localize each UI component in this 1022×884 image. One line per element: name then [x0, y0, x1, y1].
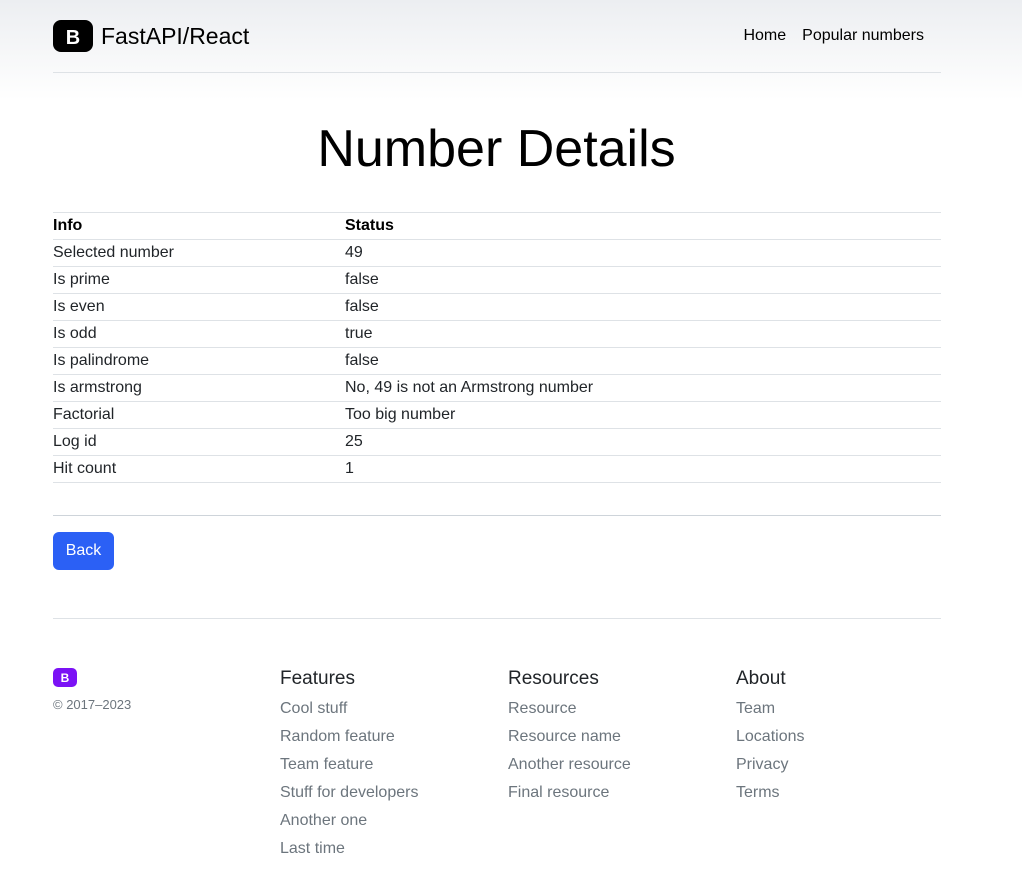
- row-value: No, 49 is not an Armstrong number: [345, 374, 941, 402]
- number-details-table: Info Status Selected number 49 Is prime fa…: [53, 212, 941, 483]
- row-label: Is armstrong: [53, 374, 345, 402]
- row-label: Is odd: [53, 320, 345, 348]
- footer-column-resources: Resources Resource Resource name Another…: [508, 668, 728, 812]
- footer-link[interactable]: Another resource: [508, 756, 631, 773]
- row-label: Log id: [53, 428, 345, 456]
- copyright-text: © 2017–2023: [53, 697, 132, 712]
- back-button[interactable]: Back: [53, 532, 114, 570]
- table-row: Is odd true: [53, 320, 941, 348]
- navbar: B FastAPI/React Home Popular numbers: [53, 0, 941, 73]
- footer-column-title: Features: [280, 668, 355, 689]
- footer-link[interactable]: Privacy: [736, 756, 788, 773]
- footer-link[interactable]: Another one: [280, 812, 367, 829]
- nav-home-link[interactable]: Home: [743, 27, 786, 45]
- brand-name: FastAPI/React: [101, 22, 250, 49]
- table-row: Is armstrong No, 49 is not an Armstrong n…: [53, 374, 941, 402]
- row-value: false: [345, 293, 941, 321]
- row-label: Is even: [53, 293, 345, 321]
- footer-link[interactable]: Team feature: [280, 756, 373, 773]
- footer-link[interactable]: Team: [736, 700, 775, 717]
- table-row: Is palindrome false: [53, 347, 941, 375]
- row-label: Hit count: [53, 455, 345, 483]
- row-value: 25: [345, 428, 941, 456]
- table-row: Factorial Too big number: [53, 401, 941, 429]
- row-label: Selected number: [53, 239, 345, 267]
- table-row: Log id 25: [53, 428, 941, 456]
- footer-link[interactable]: Last time: [280, 840, 345, 857]
- footer-link[interactable]: Cool stuff: [280, 700, 347, 717]
- footer-column-about: About Team Locations Privacy Terms: [736, 668, 956, 812]
- footer-logo-letter: B: [61, 671, 70, 685]
- row-value: false: [345, 347, 941, 375]
- bootstrap-logo-icon: B: [53, 668, 77, 687]
- table-row: Selected number 49: [53, 239, 941, 267]
- footer-link[interactable]: Random feature: [280, 728, 395, 745]
- table-row: Is even false: [53, 293, 941, 321]
- table-row: Hit count 1: [53, 455, 941, 483]
- footer-link[interactable]: Locations: [736, 728, 805, 745]
- footer-link[interactable]: Terms: [736, 784, 780, 801]
- nav-links: Home Popular numbers: [727, 27, 924, 45]
- brand-link[interactable]: B FastAPI/React: [53, 20, 249, 52]
- footer-divider: [53, 618, 941, 619]
- footer-link[interactable]: Resource: [508, 700, 576, 717]
- brand-logo-letter: B: [66, 27, 80, 49]
- footer-column-features: Features Cool stuff Random feature Team …: [280, 668, 500, 868]
- page-title: Number Details: [317, 120, 676, 178]
- row-label: Factorial: [53, 401, 345, 429]
- footer-column-title: Resources: [508, 668, 599, 689]
- row-label: Is palindrome: [53, 347, 345, 375]
- row-value: true: [345, 320, 941, 348]
- row-value: false: [345, 266, 941, 294]
- bootstrap-logo-icon: B: [53, 20, 93, 52]
- row-value: Too big number: [345, 401, 941, 429]
- footer-brand[interactable]: B: [53, 668, 77, 687]
- row-value: 49: [345, 239, 941, 267]
- footer-link[interactable]: Stuff for developers: [280, 784, 418, 801]
- nav-popular-numbers-link[interactable]: Popular numbers: [802, 27, 924, 45]
- footer-link[interactable]: Resource name: [508, 728, 621, 745]
- table-row: Is prime false: [53, 266, 941, 294]
- table-header-row: Info Status: [53, 212, 941, 240]
- row-label: Is prime: [53, 266, 345, 294]
- divider: [53, 515, 941, 516]
- footer-column-title: About: [736, 668, 786, 689]
- footer-link[interactable]: Final resource: [508, 784, 609, 801]
- row-value: 1: [345, 455, 941, 483]
- header-status: Status: [345, 212, 941, 240]
- header-info: Info: [53, 212, 345, 240]
